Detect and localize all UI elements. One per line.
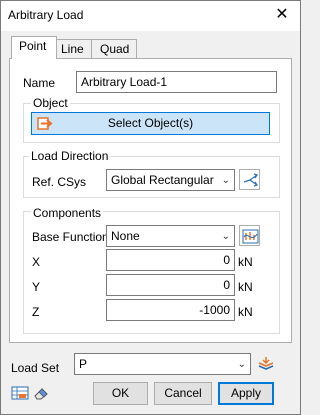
base-function-label: Base Function	[32, 230, 109, 244]
x-label: X	[32, 255, 41, 269]
y-input[interactable]: 0	[106, 274, 235, 296]
coordinate-system-icon	[243, 173, 258, 187]
cancel-button[interactable]: Cancel	[154, 382, 212, 405]
select-objects-label: Select Object(s)	[107, 116, 194, 130]
components-legend: Components	[31, 206, 104, 220]
tab-quad-label: Quad	[100, 42, 130, 56]
eraser-icon[interactable]	[32, 384, 50, 402]
select-objects-button[interactable]: Select Object(s)	[31, 112, 270, 135]
arrow-right-icon	[37, 115, 54, 132]
apply-button[interactable]: Apply	[218, 382, 274, 405]
x-unit: kN	[238, 255, 253, 269]
name-label: Name	[23, 76, 56, 90]
coordinate-system-button[interactable]	[239, 169, 260, 190]
load-set-icon[interactable]	[257, 355, 275, 373]
load-set-select[interactable]: P ⌄	[74, 353, 251, 375]
table-icon[interactable]	[11, 384, 29, 402]
ref-csys-value: Global Rectangular	[111, 173, 214, 187]
object-legend: Object	[31, 96, 70, 110]
name-input[interactable]: Arbitrary Load-1	[76, 71, 277, 93]
title-bar: Arbitrary Load ✕	[1, 1, 300, 31]
chevron-down-icon: ⌄	[221, 175, 230, 186]
load-direction-legend: Load Direction	[29, 149, 111, 163]
tab-point-label: Point	[19, 39, 47, 53]
tab-point[interactable]: Point	[11, 36, 57, 59]
z-unit: kN	[238, 305, 253, 319]
chevron-down-icon: ⌄	[237, 359, 246, 370]
tab-line-label: Line	[61, 42, 84, 56]
window-title: Arbitrary Load	[8, 8, 84, 22]
ref-csys-label: Ref. CSys	[32, 175, 87, 189]
ref-csys-select[interactable]: Global Rectangular ⌄	[106, 169, 235, 191]
close-button[interactable]: ✕	[272, 5, 292, 25]
z-label: Z	[32, 305, 40, 319]
chevron-down-icon: ⌄	[221, 231, 230, 242]
base-function-select[interactable]: None ⌄	[106, 225, 235, 247]
function-graph-button[interactable]	[239, 225, 260, 246]
x-input[interactable]: 0	[106, 249, 235, 271]
y-label: Y	[32, 280, 41, 294]
y-unit: kN	[238, 280, 253, 294]
function-graph-icon	[242, 229, 259, 244]
tab-quad[interactable]: Quad	[91, 39, 137, 59]
tab-line[interactable]: Line	[56, 39, 92, 59]
load-set-label: Load Set	[11, 361, 60, 375]
z-input[interactable]: -1000	[106, 299, 235, 321]
base-function-value: None	[111, 229, 140, 243]
load-set-value: P	[79, 357, 88, 371]
ok-button[interactable]: OK	[93, 382, 148, 405]
dialog-window: Arbitrary Load ✕ Point Line Quad Name Ar…	[0, 0, 301, 415]
